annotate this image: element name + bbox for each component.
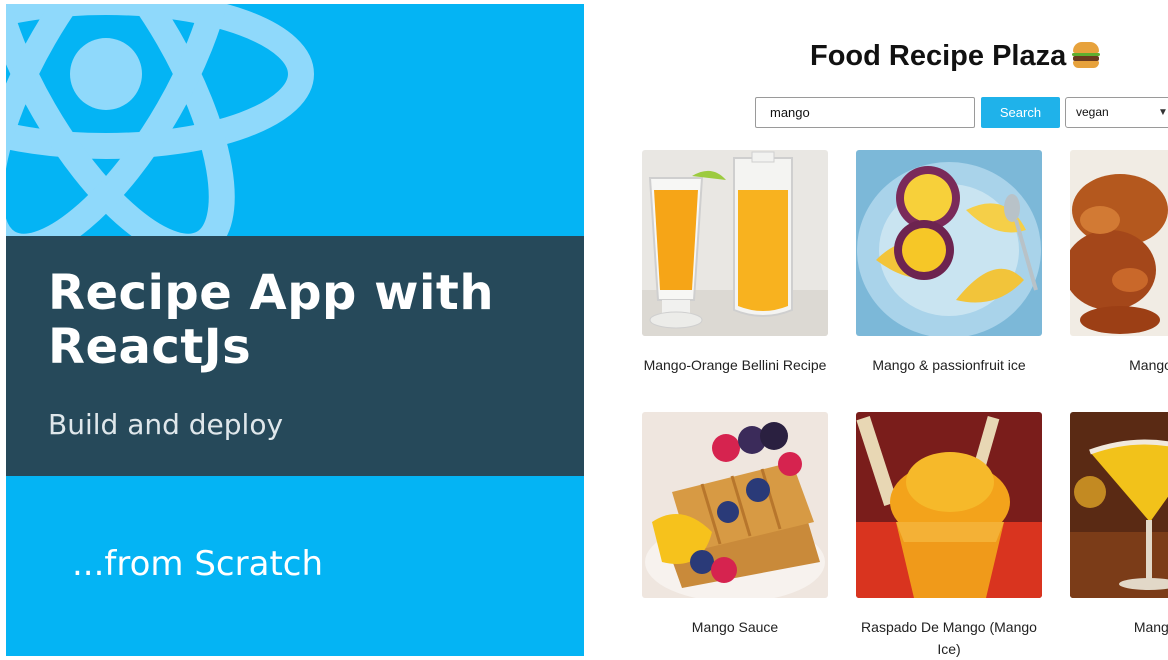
search-button[interactable]: Search (981, 97, 1060, 128)
recipe-image-roast-chicken[interactable] (1070, 150, 1168, 336)
diet-filter-value: vegan (1076, 105, 1109, 119)
recipe-image-margarita[interactable] (1070, 412, 1168, 598)
recipe-title[interactable]: Mango-Orange Bellini Recipe (642, 354, 828, 376)
recipe-card[interactable]: Mango M (1070, 412, 1168, 638)
recipe-card[interactable]: Mango Sauce (642, 412, 828, 638)
react-logo-icon (6, 4, 314, 239)
recipe-image-waffle[interactable] (642, 412, 828, 598)
chevron-down-icon: ▼ (1158, 107, 1168, 118)
recipe-image-bellini[interactable] (642, 150, 828, 336)
promo-title-band: Recipe App with ReactJs Build and deploy (6, 236, 584, 476)
search-input[interactable] (755, 97, 975, 128)
recipe-title[interactable]: Mango M (1070, 616, 1168, 638)
promo-banner: Recipe App with ReactJs Build and deploy… (6, 4, 584, 656)
recipe-card[interactable]: Mango & passionfruit ice (856, 150, 1042, 376)
promo-title: Recipe App with ReactJs (48, 265, 495, 375)
recipe-title[interactable]: Mango Sauce (642, 616, 828, 638)
recipe-title[interactable]: Raspado De Mango (Mango Ice) (856, 616, 1042, 660)
recipe-title[interactable]: Mango & passionfruit ice (856, 354, 1042, 376)
app-title: Food Recipe Plaza (810, 40, 1101, 73)
burger-icon (1072, 42, 1101, 68)
promo-tagline: ...from Scratch (72, 544, 324, 584)
recipe-app: Food Recipe Plaza Search vegan ▼ Mango-O… (600, 0, 1168, 660)
promo-subtitle: Build and deploy (48, 408, 284, 441)
recipe-title[interactable]: Mango Rie (1070, 354, 1168, 376)
recipe-card[interactable]: Mango-Orange Bellini Recipe (642, 150, 828, 376)
recipe-image-mango-ice[interactable] (856, 412, 1042, 598)
app-title-text: Food Recipe Plaza (810, 40, 1067, 72)
recipe-image-passionfruit[interactable] (856, 150, 1042, 336)
diet-filter-select[interactable]: vegan ▼ (1065, 97, 1168, 128)
recipe-card[interactable]: Mango Rie (1070, 150, 1168, 376)
recipe-card[interactable]: Raspado De Mango (Mango Ice) (856, 412, 1042, 660)
